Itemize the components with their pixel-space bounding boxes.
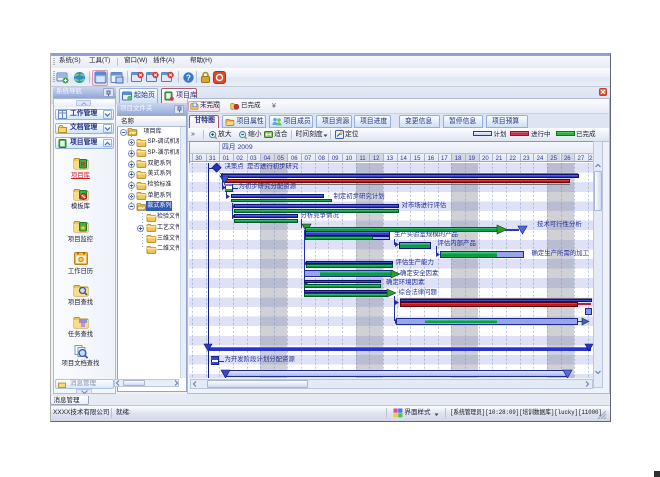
svg-text:?: ? — [186, 74, 191, 83]
svg-text:R: R — [80, 161, 85, 168]
